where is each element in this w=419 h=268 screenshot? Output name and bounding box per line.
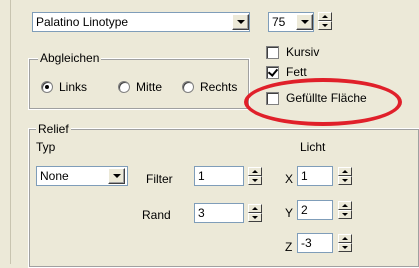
font-size-spinner[interactable] (318, 12, 332, 30)
spin-down-icon[interactable] (318, 21, 332, 30)
radio-rechts[interactable] (182, 81, 194, 93)
gefuellte-flaeche-label[interactable]: Gefüllte Fläche (286, 91, 367, 105)
radio-links-label[interactable]: Links (59, 80, 87, 94)
z-label: Z (285, 240, 293, 254)
gefuellte-flaeche-checkbox[interactable] (266, 92, 279, 105)
spin-down-icon[interactable] (248, 213, 262, 222)
rand-spinner[interactable] (248, 204, 262, 222)
font-family-select[interactable]: Palatino Linotype (32, 12, 250, 32)
spin-down-icon[interactable] (338, 210, 352, 219)
rand-value: 3 (198, 206, 205, 220)
y-value: 2 (301, 203, 308, 217)
x-value: 1 (301, 169, 308, 183)
spin-down-icon[interactable] (338, 176, 352, 185)
rand-input[interactable]: 3 (194, 203, 244, 223)
z-spinner[interactable] (338, 234, 352, 252)
font-size-value: 75 (272, 15, 286, 29)
radio-mitte[interactable] (118, 81, 130, 93)
radio-rechts-label[interactable]: Rechts (200, 80, 237, 94)
rand-label: Rand (142, 208, 171, 222)
typ-value: None (40, 169, 69, 183)
relief-group (28, 128, 419, 268)
kursiv-checkbox[interactable] (266, 46, 279, 59)
filter-label: Filter (146, 172, 173, 186)
align-group-title: Abgleichen (38, 51, 102, 65)
spin-up-icon[interactable] (338, 167, 352, 176)
spin-up-icon[interactable] (248, 167, 262, 176)
spin-down-icon[interactable] (248, 176, 262, 185)
fett-checkbox[interactable] (266, 66, 279, 79)
x-spinner[interactable] (338, 167, 352, 185)
typ-label: Typ (36, 140, 56, 154)
filter-input[interactable]: 1 (194, 166, 244, 186)
spin-up-icon[interactable] (248, 204, 262, 213)
y-spinner[interactable] (338, 201, 352, 219)
filter-value: 1 (198, 169, 205, 183)
radio-links[interactable] (41, 81, 53, 93)
font-family-dropdown-button[interactable] (232, 14, 249, 30)
z-value: -3 (301, 236, 312, 250)
typ-dropdown-button[interactable] (108, 168, 125, 184)
spin-down-icon[interactable] (338, 243, 352, 252)
licht-label: Licht (300, 140, 326, 154)
x-input[interactable]: 1 (297, 166, 333, 186)
spin-up-icon[interactable] (338, 201, 352, 210)
left-panel-edge (0, 0, 11, 264)
x-label: X (285, 172, 294, 186)
z-input[interactable]: -3 (297, 233, 333, 253)
kursiv-label[interactable]: Kursiv (286, 45, 319, 59)
spin-up-icon[interactable] (318, 12, 332, 21)
fett-label[interactable]: Fett (286, 65, 307, 79)
filter-spinner[interactable] (248, 167, 262, 185)
relief-group-title: Relief (36, 122, 71, 136)
font-size-dropdown-button[interactable] (296, 14, 313, 30)
font-family-value: Palatino Linotype (36, 15, 129, 29)
spin-up-icon[interactable] (338, 234, 352, 243)
y-label: Y (285, 206, 294, 220)
radio-mitte-label[interactable]: Mitte (136, 80, 162, 94)
y-input[interactable]: 2 (297, 200, 333, 220)
